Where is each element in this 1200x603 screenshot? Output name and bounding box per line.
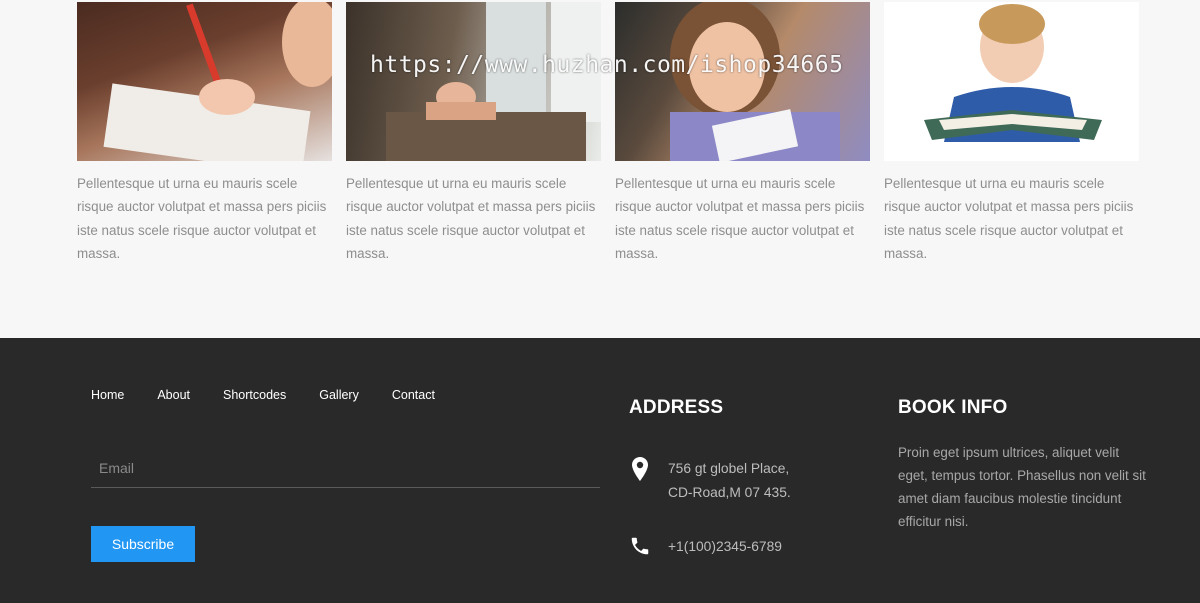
gallery-section: Pellentesque ut urna eu mauris scele ris… <box>0 0 1200 338</box>
footer-nav: Home About Shortcodes Gallery Contact <box>91 388 468 402</box>
phone-number: +1(100)2345-6789 <box>668 539 782 554</box>
address-heading: ADDRESS <box>629 397 724 418</box>
classroom-illustration <box>386 2 601 161</box>
nav-link-shortcodes[interactable]: Shortcodes <box>223 388 286 402</box>
card-caption: Pellentesque ut urna eu mauris scele ris… <box>884 176 1134 261</box>
gallery-card: Pellentesque ut urna eu mauris scele ris… <box>77 2 332 265</box>
gallery-photo-girl-notebook[interactable] <box>615 2 870 161</box>
address-row: 756 gt globel Place, CD-Road,M 07 435. <box>629 457 791 505</box>
email-input[interactable] <box>91 449 600 488</box>
watermark-text: https://www.huzhan.com/ishop34665 <box>370 52 844 78</box>
book-info-text: Proin eget ipsum ultrices, aliquet velit… <box>898 445 1146 529</box>
gallery-card: Pellentesque ut urna eu mauris scele ris… <box>884 2 1139 265</box>
gallery-card: Pellentesque ut urna eu mauris scele ris… <box>615 2 870 265</box>
subscribe-button[interactable]: Subscribe <box>91 526 195 562</box>
address-line-2: CD-Road,M 07 435. <box>668 485 791 500</box>
phone-icon <box>629 535 651 559</box>
card-caption: Pellentesque ut urna eu mauris scele ris… <box>77 176 327 261</box>
site-footer: Home About Shortcodes Gallery Contact Su… <box>0 338 1200 603</box>
writing-illustration <box>103 2 332 161</box>
gallery-card: Pellentesque ut urna eu mauris scele ris… <box>346 2 601 265</box>
boy-reading-illustration <box>924 4 1102 142</box>
address-line-1: 756 gt globel Place, <box>668 461 790 476</box>
card-caption: Pellentesque ut urna eu mauris scele ris… <box>346 176 596 261</box>
address-text: 756 gt globel Place, CD-Road,M 07 435. <box>668 457 791 505</box>
gallery-photo-boy-reading[interactable] <box>884 2 1139 161</box>
book-info-heading: BOOK INFO <box>898 397 1008 418</box>
nav-link-about[interactable]: About <box>157 388 190 402</box>
map-pin-icon <box>629 457 651 481</box>
gallery-photo-classroom[interactable] <box>346 2 601 161</box>
card-caption: Pellentesque ut urna eu mauris scele ris… <box>615 176 865 261</box>
nav-link-gallery[interactable]: Gallery <box>319 388 359 402</box>
nav-link-home[interactable]: Home <box>91 388 124 402</box>
gallery-photo-writing[interactable] <box>77 2 332 161</box>
girl-illustration <box>670 2 840 161</box>
nav-link-contact[interactable]: Contact <box>392 388 435 402</box>
phone-row: +1(100)2345-6789 <box>629 535 782 559</box>
